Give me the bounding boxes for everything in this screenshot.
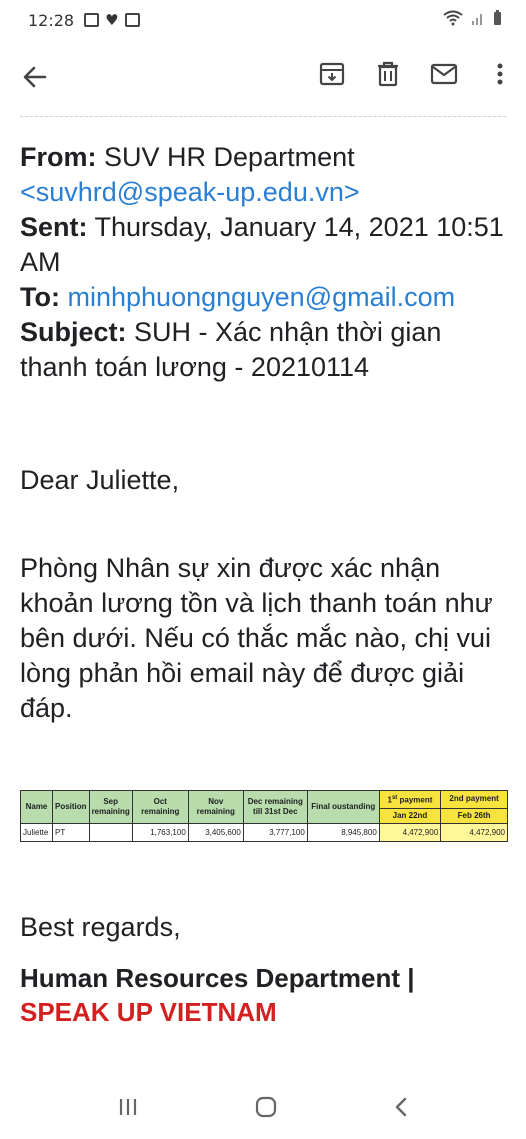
- subject-label: Subject:: [20, 317, 127, 347]
- greeting: Dear Juliette,: [20, 465, 180, 495]
- gallery-icon: [84, 13, 100, 27]
- wifi-icon: [443, 10, 463, 30]
- more-options-icon[interactable]: [486, 60, 514, 88]
- table-row: Juliette PT 1,763,100 3,405,600 3,777,10…: [20, 822, 508, 842]
- signature-company: SPEAK UP VIETNAM: [20, 996, 277, 1027]
- archive-icon[interactable]: [318, 60, 346, 88]
- signal-icon: [471, 11, 485, 30]
- col-nov: Nov remaining: [187, 790, 244, 824]
- back-arrow-icon[interactable]: [20, 62, 50, 92]
- cell-final: 8,945,800: [306, 822, 380, 842]
- system-back-icon[interactable]: [393, 1096, 409, 1123]
- cell-oct: 1,763,100: [131, 822, 189, 842]
- col-final: Final oustanding: [306, 790, 380, 824]
- cell-payment-2: 4,472,900: [440, 822, 508, 842]
- cell-payment-1: 4,472,900: [378, 822, 442, 842]
- col-payment-2: 2nd payment: [440, 790, 508, 809]
- from-email-link[interactable]: <suvhrd@speak-up.edu.vn>: [20, 177, 360, 207]
- app-notification-icon: [124, 13, 140, 27]
- notification-icons: ♥: [84, 11, 140, 29]
- to-email-link[interactable]: minhphuongnguyen@gmail.com: [68, 282, 456, 312]
- payment-2-date: Feb 26th: [440, 807, 508, 824]
- cell-sep: [88, 822, 133, 842]
- header-divider: [20, 116, 506, 117]
- col-payment-1: 1st payment: [378, 790, 442, 809]
- delete-icon[interactable]: [374, 60, 402, 88]
- email-body: From: SUV HR Department <suvhrd@speak-up…: [20, 140, 510, 1029]
- subject-line: Subject: SUH - Xác nhận thời gian thanh …: [20, 315, 510, 385]
- col-dec: Dec remaining till 31st Dec: [242, 790, 308, 824]
- from-label: From:: [20, 142, 97, 172]
- table-header-row: Name Position Sep remaining Oct remainin…: [20, 790, 508, 824]
- salary-table: Name Position Sep remaining Oct remainin…: [20, 790, 508, 842]
- to-label: To:: [20, 282, 60, 312]
- recent-apps-icon[interactable]: [117, 1097, 139, 1122]
- status-bar: 12:28 ♥: [0, 0, 526, 40]
- home-icon[interactable]: [254, 1095, 278, 1124]
- system-nav-bar: [0, 1080, 526, 1139]
- payment-1-date: Jan 22nd: [378, 807, 442, 824]
- col-name: Name: [20, 790, 53, 824]
- from-line: From: SUV HR Department <suvhrd@speak-up…: [20, 140, 510, 210]
- sent-line: Sent: Thursday, January 14, 2021 10:51 A…: [20, 210, 510, 280]
- battery-icon: [493, 10, 502, 30]
- heart-icon: ♥: [105, 11, 119, 29]
- email-toolbar: [0, 40, 526, 112]
- col-position: Position: [52, 790, 90, 824]
- to-line: To: minhphuongnguyen@gmail.com: [20, 280, 510, 315]
- sent-value: Thursday, January 14, 2021 10:51 AM: [20, 212, 504, 277]
- from-name: SUV HR Department: [104, 142, 355, 172]
- payment-1-word: payment: [397, 795, 433, 805]
- cell-dec: 3,777,100: [242, 822, 308, 842]
- closing: Best regards,: [20, 911, 181, 942]
- col-sep: Sep remaining: [88, 790, 133, 824]
- cell-nov: 3,405,600: [187, 822, 244, 842]
- cell-position: PT: [52, 822, 90, 842]
- signature-department: Human Resources Department |: [20, 962, 415, 993]
- status-time: 12:28: [28, 10, 75, 30]
- mark-unread-icon[interactable]: [430, 60, 458, 88]
- sent-label: Sent:: [20, 212, 88, 242]
- cell-name: Juliette: [20, 822, 53, 842]
- body-paragraph: Phòng Nhân sự xin được xác nhận khoản lư…: [20, 553, 493, 723]
- col-oct: Oct remaining: [131, 790, 189, 824]
- email-header-block: From: SUV HR Department <suvhrd@speak-up…: [20, 140, 510, 385]
